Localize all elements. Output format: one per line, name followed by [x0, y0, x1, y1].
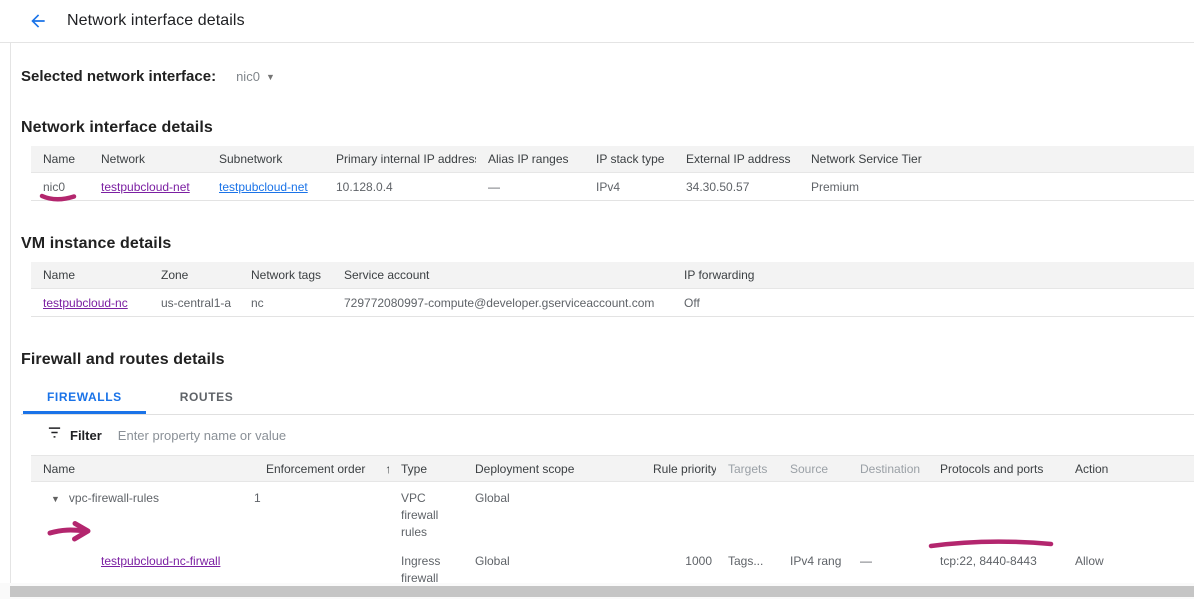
column-header-enforcement-order[interactable]: Enforcement order↑: [242, 462, 389, 476]
selected-interface-dropdown[interactable]: nic0 ▼: [236, 69, 275, 84]
table-row: nic0 testpubcloud-net testpubcloud-net 1…: [31, 173, 1194, 201]
section-title-vm-instance-details: VM instance details: [21, 235, 1194, 253]
tab-firewalls[interactable]: FIREWALLS: [23, 383, 146, 414]
column-header-targets: Targets: [716, 462, 778, 476]
table-row: testpubcloud-nc us-central1-a nc 7297720…: [31, 289, 1194, 317]
section-title-firewall-and-routes: Firewall and routes details: [21, 351, 1194, 369]
column-header-service-account: Service account: [332, 268, 672, 282]
column-header-protocols-and-ports: Protocols and ports: [928, 462, 1063, 476]
horizontal-scrollbar-thumb[interactable]: [10, 586, 1194, 597]
horizontal-scrollbar: [0, 583, 1194, 599]
firewall-routes-tabs: FIREWALLS ROUTES: [21, 383, 1194, 415]
column-header-zone: Zone: [149, 268, 239, 282]
section-title-network-interface-details: Network interface details: [21, 119, 1194, 137]
enforcement-order-cell: 1: [242, 490, 389, 545]
column-header-source: Source: [778, 462, 848, 476]
column-header-action: Action: [1063, 462, 1194, 476]
ip-forwarding-cell: Off: [672, 296, 1194, 310]
column-header-rule-priority: Rule priority: [641, 462, 716, 476]
column-header-alias-ip-ranges: Alias IP ranges: [476, 152, 584, 166]
subnetwork-link[interactable]: testpubcloud-net: [219, 180, 308, 194]
column-header-name: Name: [31, 268, 149, 282]
table-row-vpc-firewall-rules: ▼ vpc-firewall-rules 1 VPC firewall rules…: [31, 482, 1194, 545]
column-header-ip-stack-type: IP stack type: [584, 152, 674, 166]
zone-cell: us-central1-a: [149, 296, 239, 310]
network-interface-table: Name Network Subnetwork Primary internal…: [31, 146, 1194, 201]
network-tags-cell: nc: [239, 296, 332, 310]
alias-ip-ranges-cell: —: [476, 180, 584, 194]
interface-name-cell: nic0: [31, 180, 89, 194]
column-header-name: Name: [31, 152, 89, 166]
filter-label: Filter: [70, 428, 102, 443]
top-app-bar: Network interface details: [0, 0, 1194, 43]
filter-input[interactable]: [118, 428, 538, 443]
network-service-tier-cell: Premium: [799, 180, 1194, 194]
firewall-rules-table: Name Enforcement order↑ Type Deployment …: [31, 455, 1194, 599]
page-title: Network interface details: [67, 12, 245, 30]
filter-icon: [47, 425, 62, 445]
column-header-name: Name: [31, 462, 242, 476]
external-ip-cell: 34.30.50.57: [674, 180, 799, 194]
collapse-triangle-icon[interactable]: ▼: [51, 494, 60, 504]
service-account-cell: 729772080997-compute@developer.gservicea…: [332, 296, 672, 310]
selected-interface-row: Selected network interface: nic0 ▼: [21, 43, 1194, 85]
firewall-table-header: Name Enforcement order↑ Type Deployment …: [31, 455, 1194, 482]
ip-stack-type-cell: IPv4: [584, 180, 674, 194]
page: Network interface details Selected netwo…: [0, 0, 1194, 599]
column-header-deployment-scope: Deployment scope: [463, 462, 641, 476]
back-arrow-icon[interactable]: [26, 9, 50, 33]
column-header-subnetwork: Subnetwork: [207, 152, 324, 166]
column-header-destination: Destination: [848, 462, 928, 476]
column-header-type: Type: [389, 462, 463, 476]
content-panel: Selected network interface: nic0 ▼ Netwo…: [10, 43, 1194, 599]
tab-routes[interactable]: ROUTES: [156, 383, 258, 414]
deployment-scope-cell: Global: [463, 490, 641, 545]
selected-interface-label: Selected network interface:: [21, 68, 216, 85]
sort-ascending-icon: ↑: [373, 462, 389, 476]
network-interface-table-header: Name Network Subnetwork Primary internal…: [31, 146, 1194, 173]
column-header-network-service-tier: Network Service Tier: [799, 152, 1194, 166]
firewall-group-name: vpc-firewall-rules: [69, 491, 159, 505]
column-header-network: Network: [89, 152, 207, 166]
vm-instance-table: Name Zone Network tags Service account I…: [31, 262, 1194, 317]
column-header-external-ip: External IP address: [674, 152, 799, 166]
column-header-network-tags: Network tags: [239, 268, 332, 282]
firewall-rule-link[interactable]: testpubcloud-nc-firwall: [101, 554, 220, 568]
network-link[interactable]: testpubcloud-net: [101, 180, 190, 194]
type-cell: VPC firewall rules: [389, 490, 463, 545]
vm-instance-table-header: Name Zone Network tags Service account I…: [31, 262, 1194, 289]
chevron-down-icon: ▼: [266, 72, 275, 82]
filter-bar[interactable]: Filter: [21, 415, 1194, 455]
column-header-primary-internal-ip: Primary internal IP address: [324, 152, 476, 166]
selected-interface-value: nic0: [236, 69, 260, 84]
column-header-ip-forwarding: IP forwarding: [672, 268, 1194, 282]
primary-internal-ip-cell: 10.128.0.4: [324, 180, 476, 194]
vm-name-link[interactable]: testpubcloud-nc: [43, 296, 128, 310]
